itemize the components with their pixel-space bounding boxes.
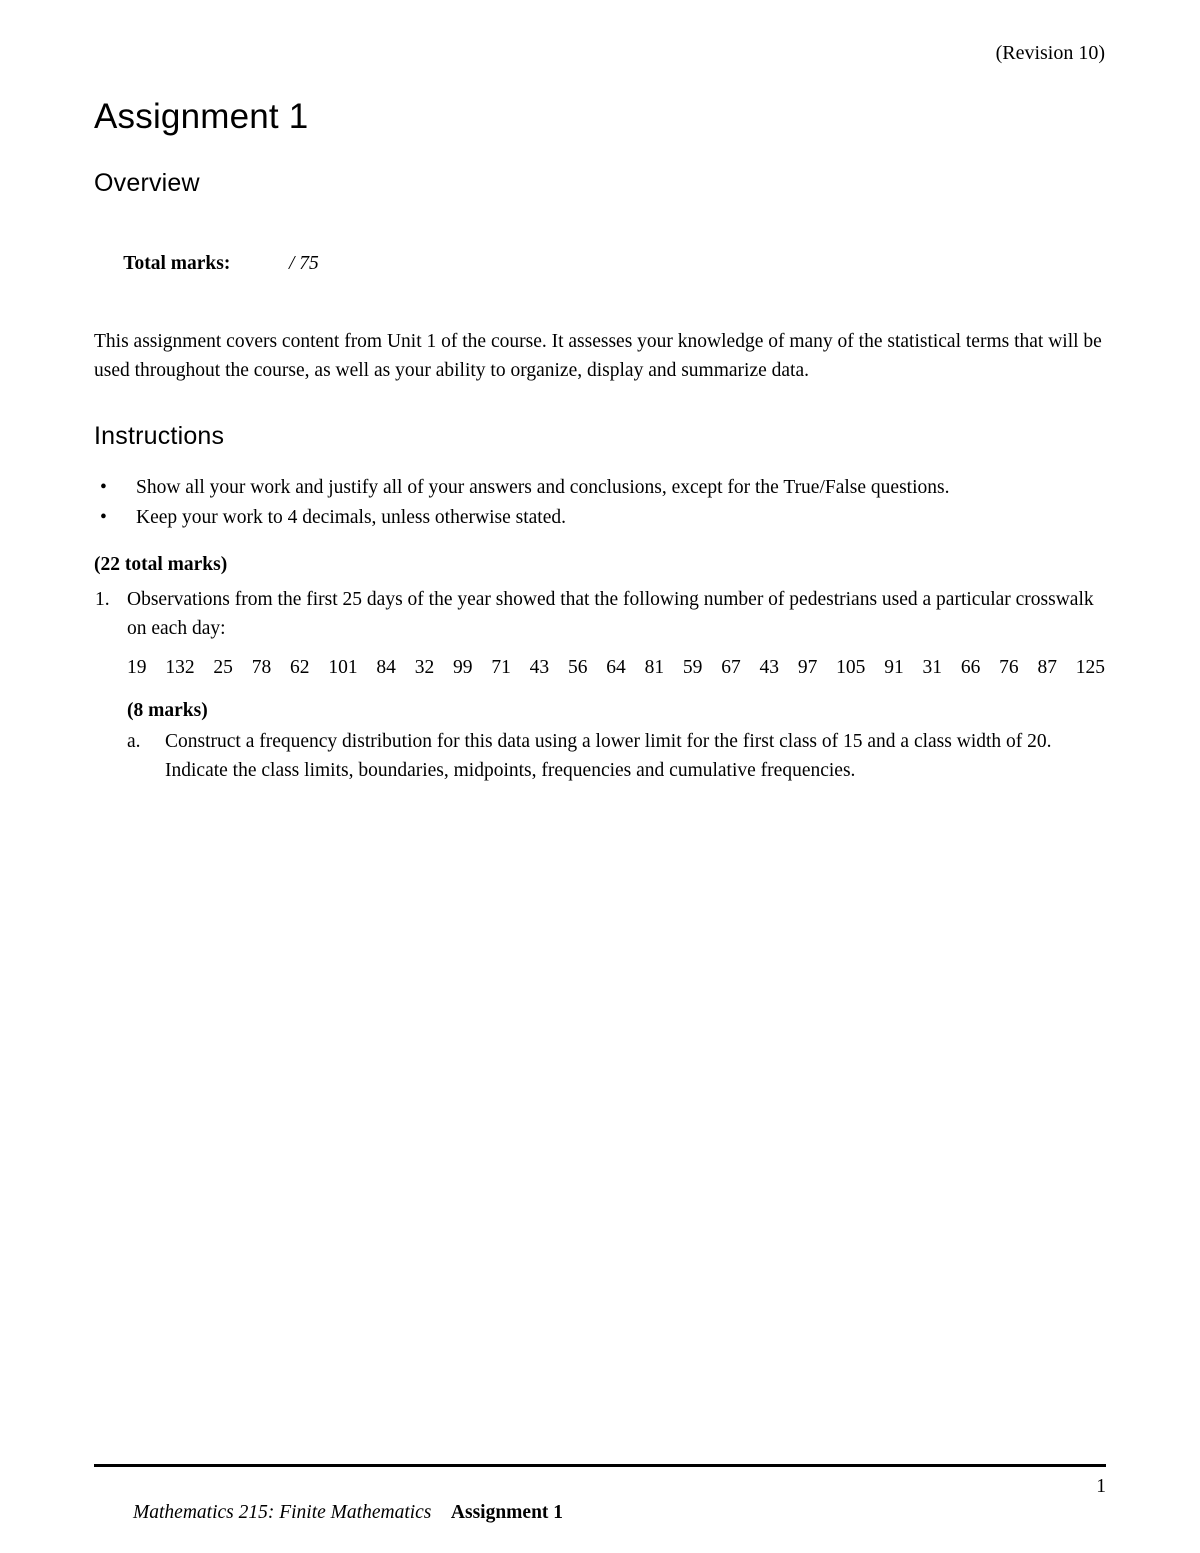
footer-spacer [431, 1502, 451, 1523]
footer-row: Mathematics 215: Finite Mathematics Assi… [94, 1474, 1106, 1552]
subquestion-text: Construct a frequency distribution for t… [165, 731, 1052, 781]
question-1a: a. Construct a frequency distribution fo… [127, 727, 1106, 785]
footer-divider [94, 1464, 1106, 1467]
total-marks-value: / 75 [289, 253, 319, 274]
data-value: 62 [290, 657, 310, 678]
list-item-label: Show all your work and justify all of yo… [136, 477, 950, 498]
document-content: Assignment 1 Overview Total marks: / 75 … [94, 96, 1106, 785]
data-value: 31 [922, 657, 943, 678]
data-value: 59 [682, 657, 703, 678]
data-value: 87 [1037, 657, 1057, 678]
instructions-list: • Show all your work and justify all of … [94, 473, 1106, 532]
data-value: 81 [644, 657, 665, 678]
data-value: 43 [759, 657, 780, 678]
data-value: 19 [127, 657, 147, 678]
data-value: 91 [884, 657, 904, 678]
data-value: 43 [529, 657, 550, 678]
list-item-label: Keep your work to 4 decimals, unless oth… [136, 507, 566, 528]
footer-page-number: 1 [1096, 1476, 1106, 1497]
data-value: 105 [836, 657, 866, 678]
data-value: 101 [328, 657, 358, 678]
data-values-row: 19 132 25 78 62 101 84 32 99 71 43 56 64 81 59 67 43 97 10… [127, 653, 1105, 682]
list-item: • Show all your work and justify all of … [94, 473, 1106, 502]
document-page: (Revision 10) Assignment 1 Overview Tota… [0, 0, 1200, 1553]
bullet-icon: • [100, 507, 107, 528]
overview-paragraph: This assignment covers content from Unit… [94, 331, 1102, 381]
data-value: 97 [797, 657, 818, 678]
page-title: Assignment 1 [94, 97, 309, 136]
data-value: 132 [165, 657, 195, 678]
data-value: 125 [1075, 657, 1105, 678]
data-value: 66 [960, 657, 981, 678]
question-number: 1. [95, 589, 110, 610]
data-value: 32 [414, 657, 435, 678]
page-footer: Mathematics 215: Finite Mathematics Assi… [94, 1464, 1106, 1552]
section-heading-instructions: Instructions [94, 422, 225, 450]
revision-label: (Revision 10) [995, 42, 1105, 64]
data-value: 56 [567, 657, 588, 678]
footer-course-name: Mathematics 215: Finite Mathematics [133, 1502, 432, 1523]
data-value: 76 [999, 657, 1019, 678]
data-value: 78 [251, 657, 272, 678]
total-marks-spacer [230, 253, 289, 274]
list-item: • Keep your work to 4 decimals, unless o… [94, 503, 1106, 532]
data-value: 99 [453, 657, 473, 678]
subquestion-letter: a. [127, 731, 141, 752]
data-value: 64 [606, 657, 626, 678]
question-text: Observations from the first 25 days of t… [127, 589, 1094, 639]
question-1: 1. Observations from the first 25 days o… [94, 585, 1106, 785]
total-marks-line: Total marks: / 75 [94, 220, 1106, 307]
data-value: 84 [376, 657, 396, 678]
total-marks-label: Total marks: [123, 253, 231, 274]
data-value: 25 [213, 657, 233, 678]
bullet-icon: • [100, 477, 107, 498]
data-value: 67 [721, 657, 741, 678]
footer-left: Mathematics 215: Finite Mathematics Assi… [94, 1474, 563, 1552]
question-total-marks: (22 total marks) [94, 554, 228, 575]
question-sub-marks: (8 marks) [127, 700, 208, 721]
data-value: 71 [491, 657, 511, 678]
section-heading-overview: Overview [94, 169, 200, 197]
footer-assignment-name: Assignment 1 [450, 1502, 564, 1523]
